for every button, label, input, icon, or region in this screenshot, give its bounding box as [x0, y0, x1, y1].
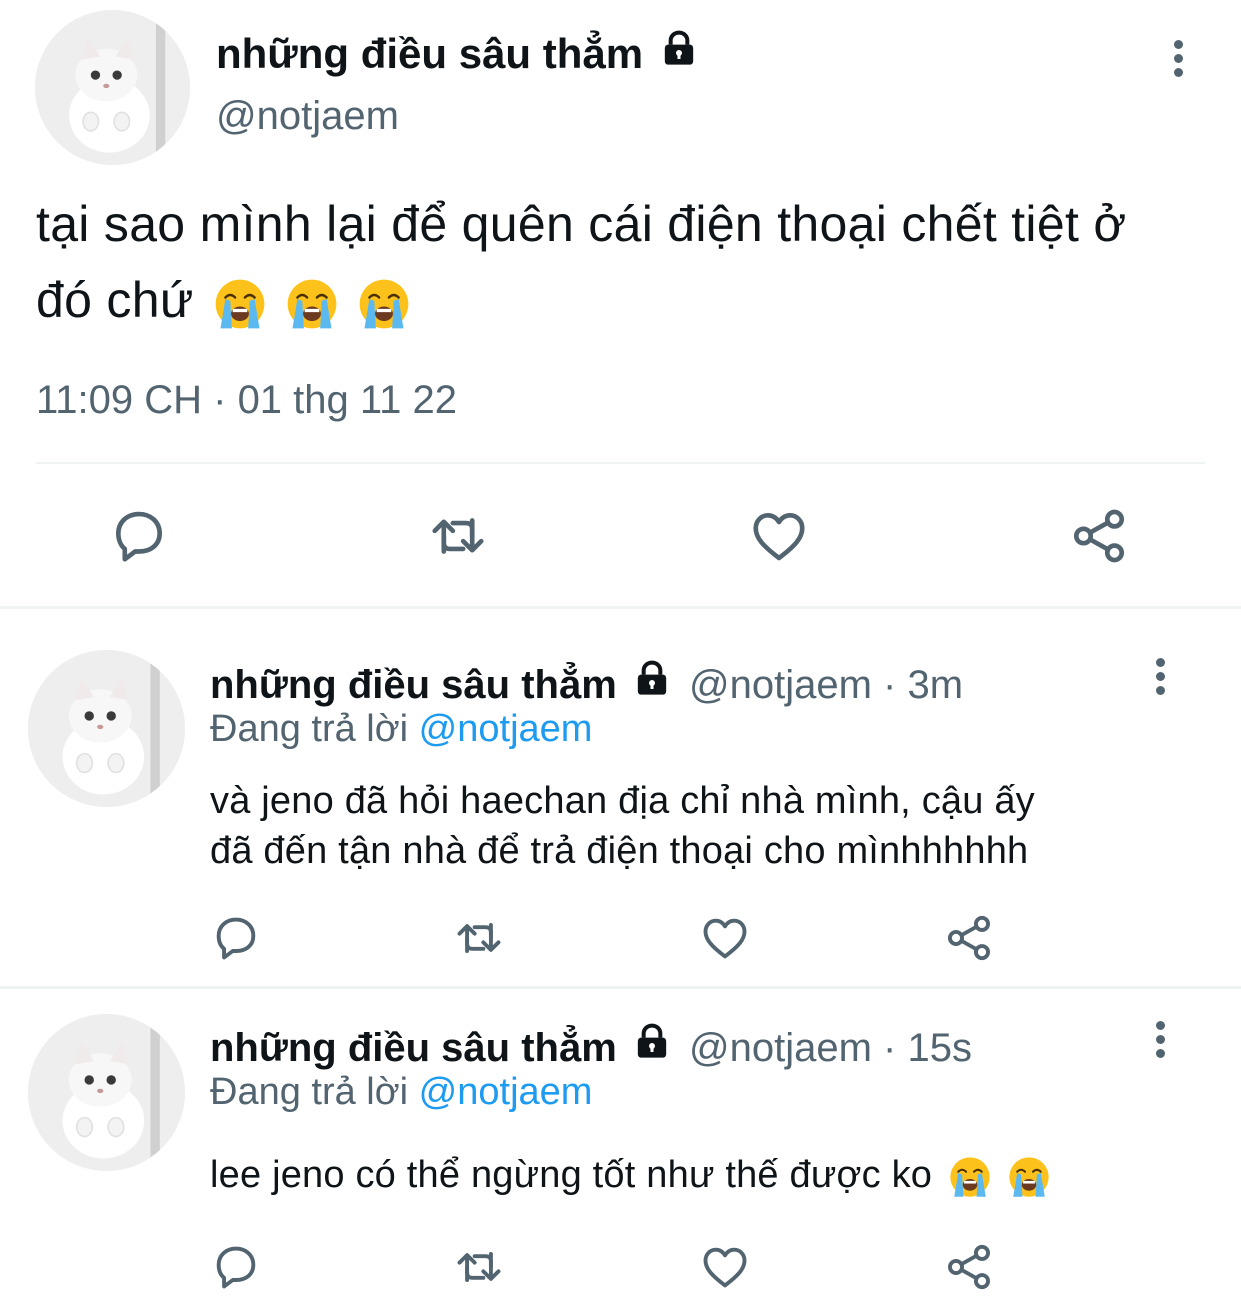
- avatar[interactable]: [28, 650, 185, 807]
- like-icon: [748, 505, 810, 567]
- share-button[interactable]: [943, 1241, 995, 1293]
- reply-header: những điều sâu thẳm @notjaem · 15s: [210, 1021, 972, 1071]
- loudly-crying-face-icon: [949, 1156, 991, 1198]
- author-name[interactable]: những điều sâu thẳm: [210, 1026, 617, 1070]
- tweet-text: và jeno đã hỏi haechan địa chỉ nhà mình,…: [210, 776, 1210, 876]
- loudly-crying-face-icon: [358, 278, 410, 330]
- tweet-text-content: tại sao mình lại để quên cái điện thoại …: [36, 196, 1127, 328]
- reply-icon: [210, 912, 262, 964]
- more-options-icon[interactable]: [1150, 1021, 1170, 1065]
- like-button[interactable]: [699, 1241, 751, 1293]
- avatar[interactable]: [35, 10, 190, 165]
- reply-button[interactable]: [210, 1241, 262, 1293]
- loudly-crying-face-icon: [286, 278, 338, 330]
- loudly-crying-face-icon: [1008, 1156, 1050, 1198]
- share-button[interactable]: [943, 912, 995, 964]
- handle-time[interactable]: @notjaem · 3m: [689, 663, 963, 707]
- replying-to: Đang trả lời @notjaem: [210, 1071, 592, 1114]
- tweet-timestamp[interactable]: 11:09 CH · 01 thg 11 22: [36, 378, 457, 423]
- replying-label: Đang trả lời: [210, 1071, 409, 1113]
- replying-to-link[interactable]: @notjaem: [419, 1071, 593, 1113]
- retweet-button[interactable]: [453, 912, 505, 964]
- reply-icon: [210, 1241, 262, 1293]
- retweet-icon: [427, 505, 489, 567]
- like-button[interactable]: [748, 505, 810, 567]
- divider: [0, 606, 1241, 609]
- share-icon: [1068, 505, 1130, 567]
- share-icon: [943, 912, 995, 964]
- retweet-icon: [453, 912, 505, 964]
- share-button[interactable]: [1068, 505, 1130, 567]
- reply-header: những điều sâu thẳm @notjaem · 3m: [210, 658, 963, 708]
- like-icon: [699, 1241, 751, 1293]
- tweet-text: tại sao mình lại để quên cái điện thoại …: [36, 186, 1196, 338]
- lock-icon: [659, 28, 699, 68]
- like-button[interactable]: [699, 912, 751, 964]
- more-options-icon[interactable]: [1150, 658, 1170, 702]
- share-icon: [943, 1241, 995, 1293]
- lock-icon: [632, 658, 672, 698]
- reply-button[interactable]: [210, 912, 262, 964]
- tweet-text: lee jeno có thể ngừng tốt như thế được k…: [210, 1150, 1220, 1200]
- tweet-text-content: lee jeno có thể ngừng tốt như thế được k…: [210, 1154, 933, 1196]
- replying-label: Đang trả lời: [210, 708, 409, 750]
- tweet-text-line: đã đến tận nhà để trả điện thoại cho mìn…: [210, 830, 1029, 872]
- reply-icon: [108, 505, 170, 567]
- divider: [0, 986, 1241, 989]
- avatar[interactable]: [28, 1014, 185, 1171]
- retweet-button[interactable]: [427, 505, 489, 567]
- loudly-crying-face-icon: [214, 278, 266, 330]
- replying-to: Đang trả lời @notjaem: [210, 708, 592, 751]
- author-name[interactable]: những điều sâu thẳm: [216, 28, 699, 78]
- lock-icon: [632, 1021, 672, 1061]
- handle-time[interactable]: @notjaem · 15s: [689, 1026, 972, 1070]
- like-icon: [699, 912, 751, 964]
- retweet-button[interactable]: [453, 1241, 505, 1293]
- tweet-text-line: và jeno đã hỏi haechan địa chỉ nhà mình,…: [210, 780, 1035, 822]
- author-handle[interactable]: @notjaem: [216, 94, 399, 139]
- author-name-text: những điều sâu thẳm: [216, 30, 644, 77]
- more-options-icon[interactable]: [1168, 40, 1188, 84]
- replying-to-link[interactable]: @notjaem: [419, 708, 593, 750]
- retweet-icon: [453, 1241, 505, 1293]
- reply-button[interactable]: [108, 505, 170, 567]
- divider: [36, 462, 1205, 464]
- author-name[interactable]: những điều sâu thẳm: [210, 663, 617, 707]
